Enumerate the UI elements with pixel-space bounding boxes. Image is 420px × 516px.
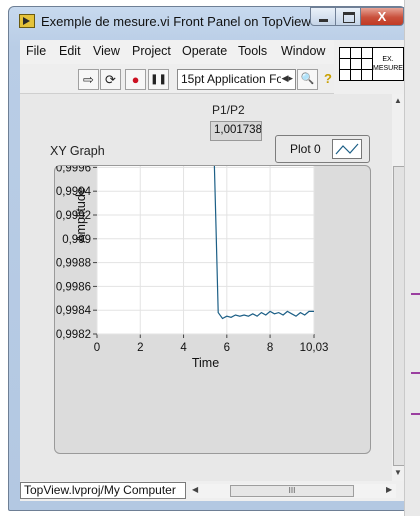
background-window-edge — [404, 0, 420, 516]
abort-button[interactable]: ● — [125, 69, 146, 90]
connector-pane[interactable] — [339, 47, 373, 81]
close-button[interactable]: X — [360, 7, 404, 26]
context-help-button[interactable]: ? — [321, 69, 335, 90]
background-marker — [411, 413, 420, 415]
plot-legend[interactable]: Plot 0 — [275, 135, 370, 163]
menu-edit[interactable]: Edit — [59, 44, 81, 58]
scroll-down-icon[interactable]: ▼ — [394, 468, 402, 477]
legend-swatch-svg — [335, 143, 359, 155]
y-tick-label: 0,9996 — [56, 166, 91, 174]
ring-arrows-icon: ◀▸ — [281, 73, 293, 83]
text-settings-dropdown[interactable]: 15pt Application Font ◀▸ — [177, 69, 296, 90]
x-tick-label: 4 — [180, 342, 187, 354]
minimize-button[interactable] — [310, 7, 336, 26]
p1p2-indicator: 1,001738 — [210, 121, 262, 141]
xy-graph[interactable]: 0246810,031,000210,99980,99960,99940,999… — [54, 165, 371, 454]
run-arrow-icon: ⇨ — [83, 72, 94, 87]
horizontal-scroll-thumb[interactable]: III — [230, 485, 354, 497]
y-axis-label: Amplitude — [74, 187, 88, 243]
x-tick-label: 10,03 — [300, 342, 329, 354]
front-panel-window: Exemple de mesure.vi Front Panel on TopV… — [8, 6, 406, 511]
search-icon: 🔍 — [300, 73, 315, 85]
vi-icon-line2: MESURE — [373, 65, 403, 72]
front-panel: P1/P2 1,001738 XY Graph Plot 0 0 2 4 6 8 10,0… — [20, 94, 392, 481]
menu-window[interactable]: Window — [281, 44, 325, 58]
menu-bar: File Edit View Project Operate Tools Win… — [20, 40, 334, 64]
abort-icon: ● — [131, 72, 140, 87]
run-continuously-icon: ⟳ — [105, 72, 116, 87]
y-tick-label: 0,9984 — [56, 305, 92, 317]
y-tick-label: 0,9988 — [56, 258, 91, 270]
menu-file[interactable]: File — [26, 44, 46, 58]
horizontal-scrollbar[interactable]: ◀ III ▶ — [190, 484, 396, 498]
run-continuously-button[interactable]: ⟳ — [100, 69, 121, 90]
x-tick-label: 0 — [94, 342, 100, 354]
scroll-right-icon[interactable]: ▶ — [386, 485, 392, 494]
search-button[interactable]: 🔍 — [297, 69, 318, 90]
menu-tools[interactable]: Tools — [238, 44, 267, 58]
toolbar: ⇨ ⟳ ● ❚❚ 15pt Application Font ◀▸ 🔍 ? — [20, 64, 334, 94]
status-bar: TopView.lvproj/My Computer ◀ III ▶ — [20, 481, 404, 501]
labview-vi-icon — [19, 14, 35, 28]
project-path[interactable]: TopView.lvproj/My Computer — [20, 482, 186, 499]
menu-operate[interactable]: Operate — [182, 44, 227, 58]
close-icon: X — [377, 9, 387, 24]
background-marker — [411, 372, 420, 374]
x-tick-label: 8 — [267, 342, 273, 354]
x-tick-label: 6 — [224, 342, 230, 354]
scroll-left-icon[interactable]: ◀ — [192, 485, 198, 494]
legend-line-swatch-icon[interactable] — [332, 139, 362, 159]
scroll-up-icon[interactable]: ▲ — [394, 96, 402, 105]
icon-connector-area: EX. MESURE — [334, 40, 404, 94]
pause-button[interactable]: ❚❚ — [148, 69, 169, 90]
vi-icon[interactable]: EX. MESURE — [372, 47, 404, 81]
window-title: Exemple de mesure.vi Front Panel on TopV… — [41, 14, 311, 29]
legend-plot-name: Plot 0 — [290, 142, 321, 156]
vi-icon-line1: EX. — [382, 56, 394, 63]
font-setting-label: 15pt Application Font — [181, 72, 281, 86]
x-axis-label: Time — [192, 356, 219, 370]
x-tick-label: 2 — [137, 342, 143, 354]
run-button[interactable]: ⇨ — [78, 69, 99, 90]
xy-graph-label: XY Graph — [50, 144, 105, 158]
maximize-button[interactable] — [335, 7, 361, 26]
background-marker — [411, 293, 420, 295]
y-tick-label: 0,9982 — [56, 329, 91, 341]
menu-view[interactable]: View — [93, 44, 120, 58]
pause-icon: ❚❚ — [150, 74, 167, 85]
help-icon: ? — [324, 71, 332, 86]
xy-graph-plot: 0246810,031,000210,99980,99960,99940,999… — [56, 166, 329, 370]
y-tick-label: 0,9986 — [56, 281, 91, 293]
p1p2-label: P1/P2 — [212, 103, 245, 117]
menu-project[interactable]: Project — [132, 44, 171, 58]
title-bar[interactable]: Exemple de mesure.vi Front Panel on TopV… — [9, 7, 405, 37]
